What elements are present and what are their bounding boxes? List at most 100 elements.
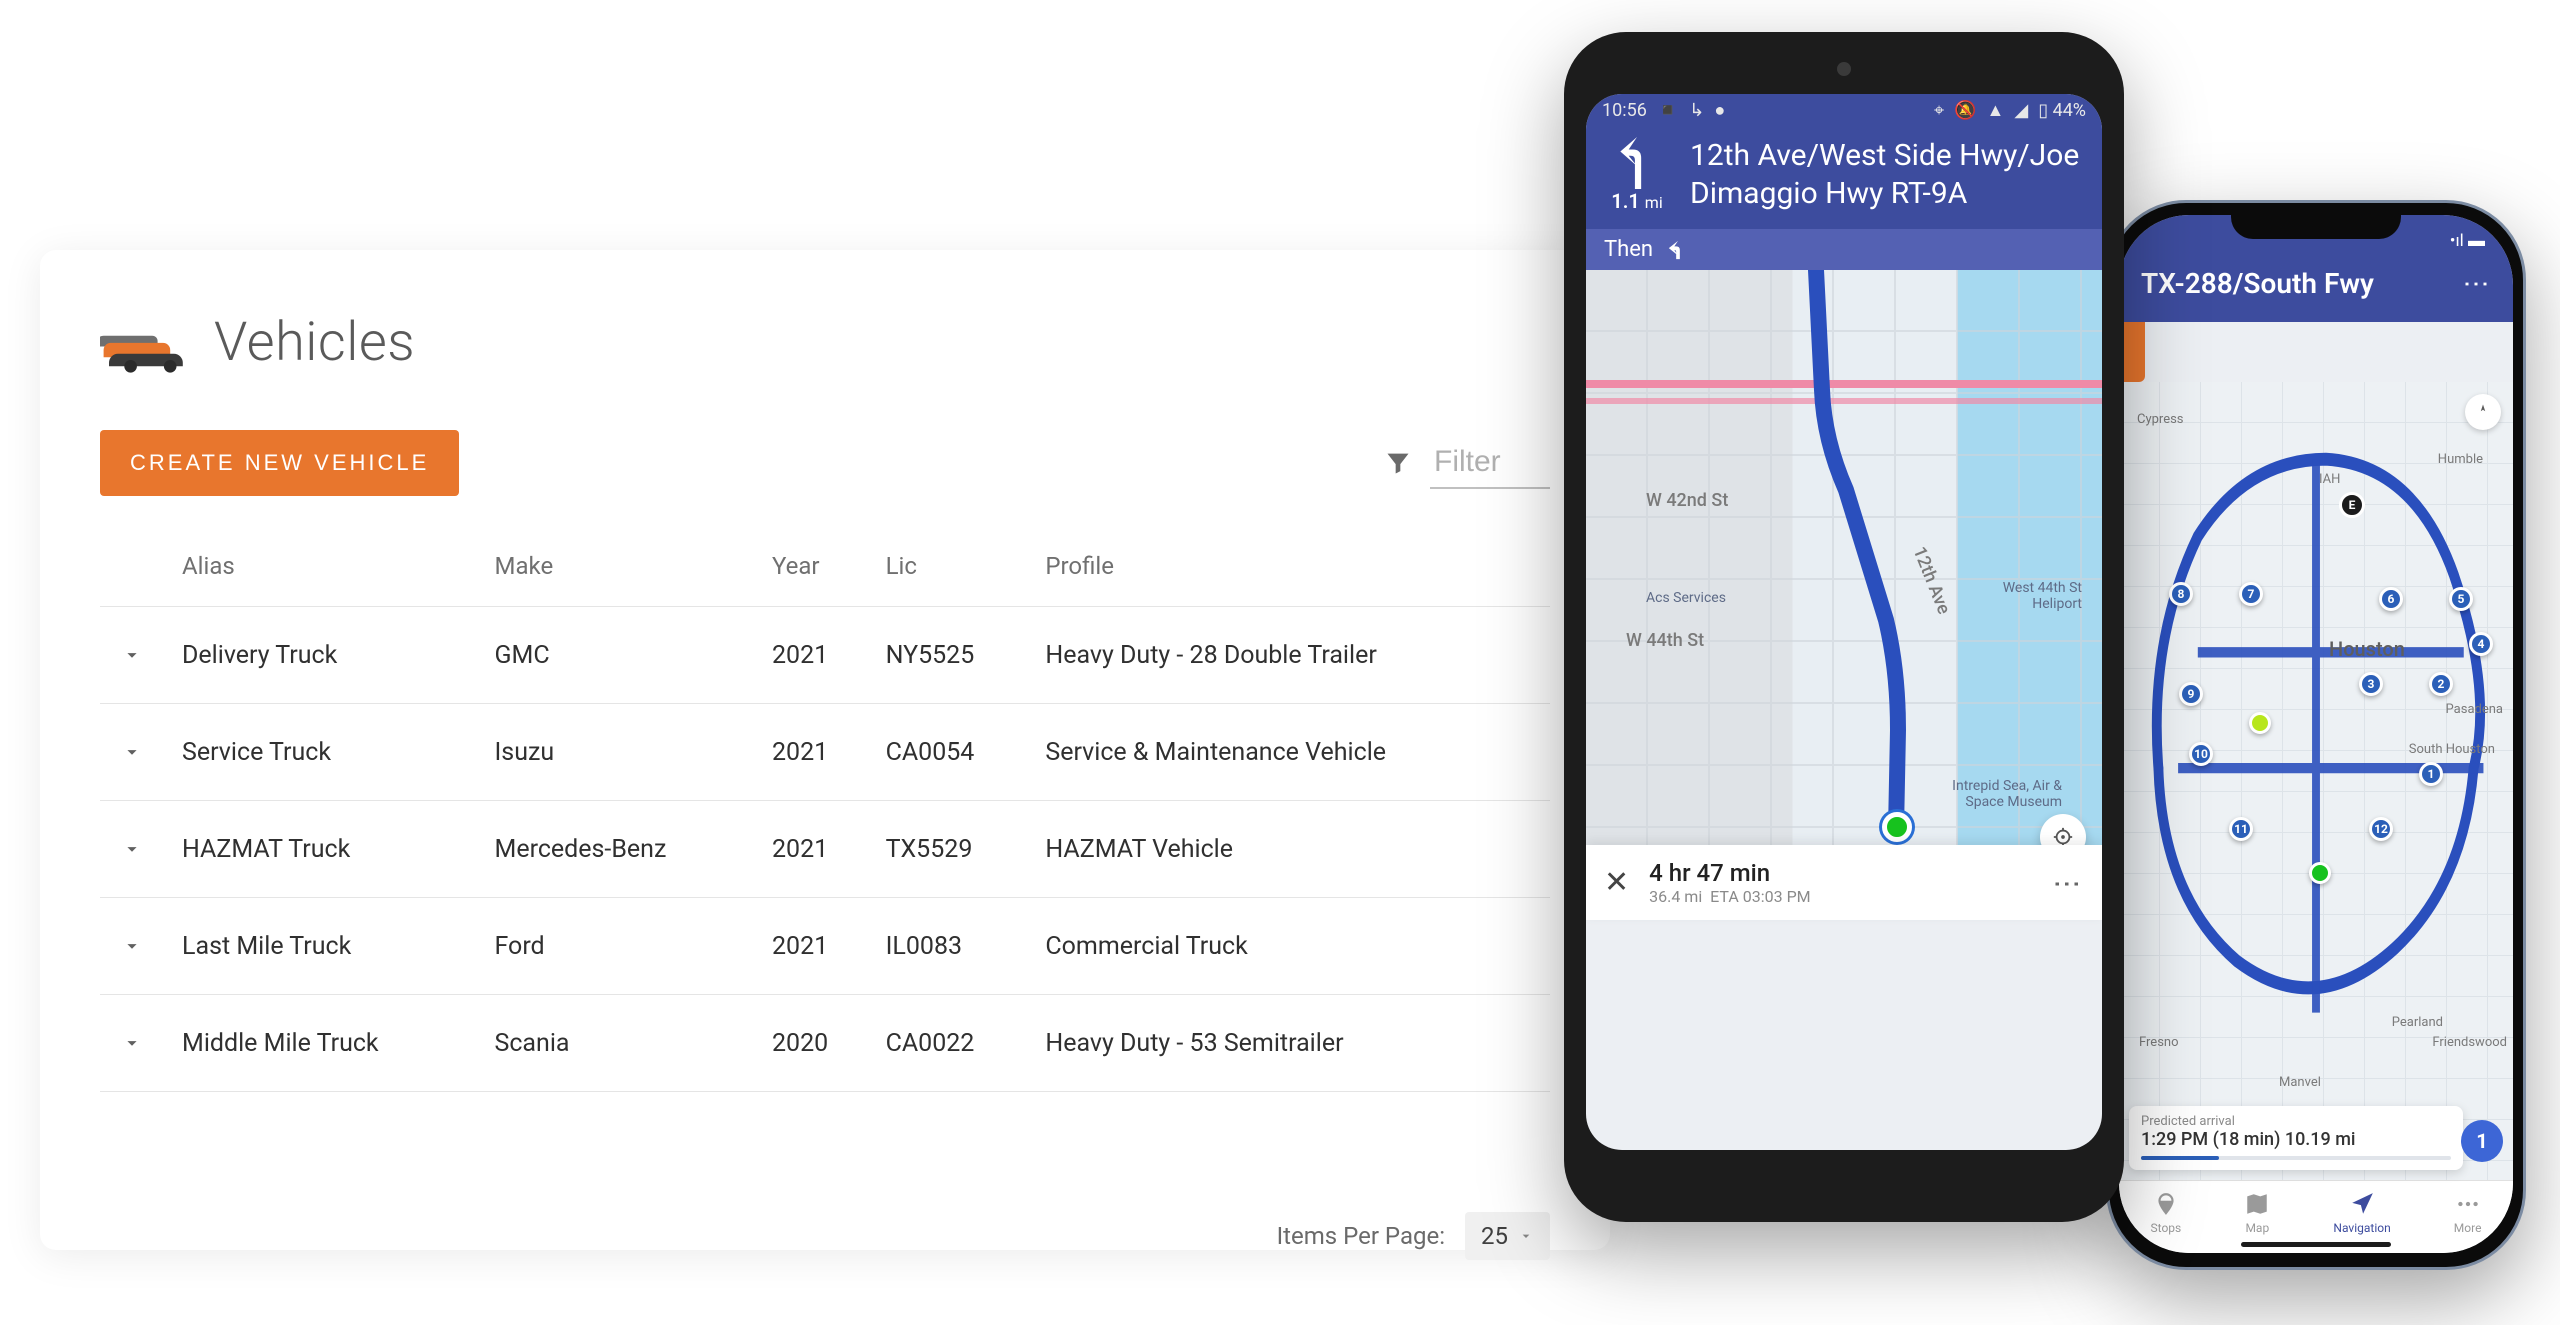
cell-make: Ford: [483, 898, 760, 995]
expand-row-button[interactable]: [112, 926, 152, 966]
filter-group: [1384, 437, 1550, 489]
turn-left-small-icon: [1667, 239, 1689, 261]
vehicles-table: Alias Make Year Lic Profile Delivery Tru…: [100, 536, 1550, 1092]
cell-lic: TX5529: [874, 801, 1034, 898]
stop-marker[interactable]: 5: [2449, 587, 2473, 611]
page-size-value: 25: [1481, 1222, 1508, 1250]
chevron-down-icon: [121, 741, 143, 763]
ios-home-indicator[interactable]: [2241, 1242, 2391, 1247]
cell-profile: Heavy Duty - 53 Semitrailer: [1033, 995, 1550, 1092]
poi-label: Intrepid Sea, Air & Space Museum: [1942, 778, 2062, 810]
stop-marker[interactable]: 4: [2469, 632, 2493, 656]
phone-mockup-iphone: •ıl ▬ TX-288/South Fwy ⋮ Houston IAH: [2106, 200, 2526, 1270]
filter-icon: [1384, 449, 1412, 477]
more-icon: [2455, 1191, 2481, 1217]
create-vehicle-button[interactable]: CREATE NEW VEHICLE: [100, 430, 459, 496]
start-marker[interactable]: [2249, 712, 2271, 734]
arrival-label: Predicted arrival: [2141, 1114, 2451, 1129]
col-alias[interactable]: Alias: [170, 536, 483, 607]
navigation-icon: [2349, 1191, 2375, 1217]
chevron-down-icon: [121, 644, 143, 666]
cell-year: 2021: [760, 801, 874, 898]
nav-header: 1.1 mi 12th Ave/West Side Hwy/Joe Dimagg…: [1586, 123, 2102, 229]
stop-marker[interactable]: 11: [2229, 817, 2253, 841]
map-label: Cypress: [2137, 412, 2184, 427]
stop-marker[interactable]: 9: [2179, 682, 2203, 706]
map-label: Friendswood: [2432, 1035, 2507, 1050]
destination-marker[interactable]: E: [2339, 492, 2365, 518]
stop-marker[interactable]: 6: [2379, 587, 2403, 611]
houston-map[interactable]: Houston IAH Humble Pasadena South Housto…: [2119, 382, 2513, 1180]
close-trip-button[interactable]: ✕: [1604, 865, 1629, 900]
nav-map[interactable]: Map: [2244, 1191, 2270, 1235]
trip-duration: 4 hr 47 min: [1649, 859, 1811, 887]
expand-row-button[interactable]: [112, 635, 152, 675]
map-label: Pasadena: [2446, 702, 2503, 717]
cell-year: 2020: [760, 995, 874, 1092]
poi-label: West 44th St Heliport: [1982, 580, 2082, 612]
col-year[interactable]: Year: [760, 536, 874, 607]
turn-left-icon: [1615, 137, 1659, 189]
cell-year: 2021: [760, 898, 874, 995]
vehicles-icon: [100, 310, 190, 374]
stop-marker[interactable]: 2: [2429, 672, 2453, 696]
city-label: Houston: [2329, 637, 2405, 661]
stop-marker[interactable]: 8: [2169, 582, 2193, 606]
cell-make: Isuzu: [483, 704, 760, 801]
android-status-bar: 10:56 ◾↳● ⌖🔕▲◢ ▯ 44%: [1586, 94, 2102, 123]
stop-marker[interactable]: 10: [2189, 742, 2213, 766]
col-make[interactable]: Make: [483, 536, 760, 607]
cell-lic: CA0022: [874, 995, 1034, 1092]
cell-make: GMC: [483, 607, 760, 704]
trip-more-button[interactable]: ⋮: [2051, 870, 2084, 896]
table-row: Middle Mile TruckScania2020CA0022Heavy D…: [100, 995, 1550, 1092]
expand-row-button[interactable]: [112, 829, 152, 869]
arrival-card[interactable]: Predicted arrival 1:29 PM (18 min) 10.19…: [2129, 1106, 2463, 1170]
current-location-marker: [1882, 812, 1912, 842]
map-label: Pearland: [2392, 1015, 2443, 1030]
table-row: Service TruckIsuzu2021CA0054Service & Ma…: [100, 704, 1550, 801]
map-label: South Houston: [2409, 742, 2495, 757]
expand-row-button[interactable]: [112, 1023, 152, 1063]
col-lic[interactable]: Lic: [874, 536, 1034, 607]
current-stop-badge[interactable]: 1: [2461, 1120, 2503, 1162]
filter-input[interactable]: [1430, 437, 1550, 489]
chevron-down-icon: [121, 935, 143, 957]
then-bar[interactable]: Then: [1586, 229, 2102, 270]
street-label: W 42nd St: [1646, 490, 1728, 511]
page-title: Vehicles: [214, 311, 415, 374]
arrival-value: 1:29 PM (18 min) 10.19 mi: [2141, 1129, 2451, 1150]
current-position-marker: [2309, 862, 2331, 884]
nav-stops[interactable]: Stops: [2151, 1191, 2182, 1235]
stop-marker[interactable]: 12: [2369, 817, 2393, 841]
nav-more[interactable]: More: [2454, 1191, 2482, 1235]
header-more-button[interactable]: ⋮: [2461, 271, 2513, 297]
map-label: Humble: [2438, 452, 2483, 467]
chevron-down-icon: [1518, 1228, 1534, 1244]
stop-marker[interactable]: 3: [2359, 672, 2383, 696]
cell-alias: Service Truck: [170, 704, 483, 801]
table-row: Last Mile TruckFord2021IL0083Commercial …: [100, 898, 1550, 995]
page-size-select[interactable]: 25: [1465, 1212, 1550, 1260]
cell-alias: HAZMAT Truck: [170, 801, 483, 898]
items-per-page-label: Items Per Page:: [1277, 1222, 1445, 1250]
map-label: IAH: [2319, 472, 2340, 487]
nav-navigation[interactable]: Navigation: [2333, 1191, 2390, 1235]
stop-marker[interactable]: 7: [2239, 582, 2263, 606]
chevron-down-icon: [121, 838, 143, 860]
cell-year: 2021: [760, 704, 874, 801]
map-viewport[interactable]: W 42nd St W 44th St 12th Ave Acs Service…: [1586, 270, 2102, 920]
cell-profile: Commercial Truck: [1033, 898, 1550, 995]
ios-nav-header: TX-288/South Fwy ⋮: [2119, 255, 2513, 322]
then-label: Then: [1604, 237, 1653, 262]
col-profile[interactable]: Profile: [1033, 536, 1550, 607]
cell-alias: Middle Mile Truck: [170, 995, 483, 1092]
expand-row-button[interactable]: [112, 732, 152, 772]
stop-marker[interactable]: 1: [2419, 762, 2443, 786]
cell-profile: HAZMAT Vehicle: [1033, 801, 1550, 898]
compass-button[interactable]: [2465, 394, 2501, 430]
trip-summary-bar: ✕ 4 hr 47 min 36.4 mi ETA 03:03 PM ⋮: [1586, 845, 2102, 920]
status-battery: ▯ 44%: [2038, 100, 2086, 121]
map-label: Manvel: [2279, 1075, 2321, 1090]
current-road: TX-288/South Fwy: [2141, 267, 2374, 300]
